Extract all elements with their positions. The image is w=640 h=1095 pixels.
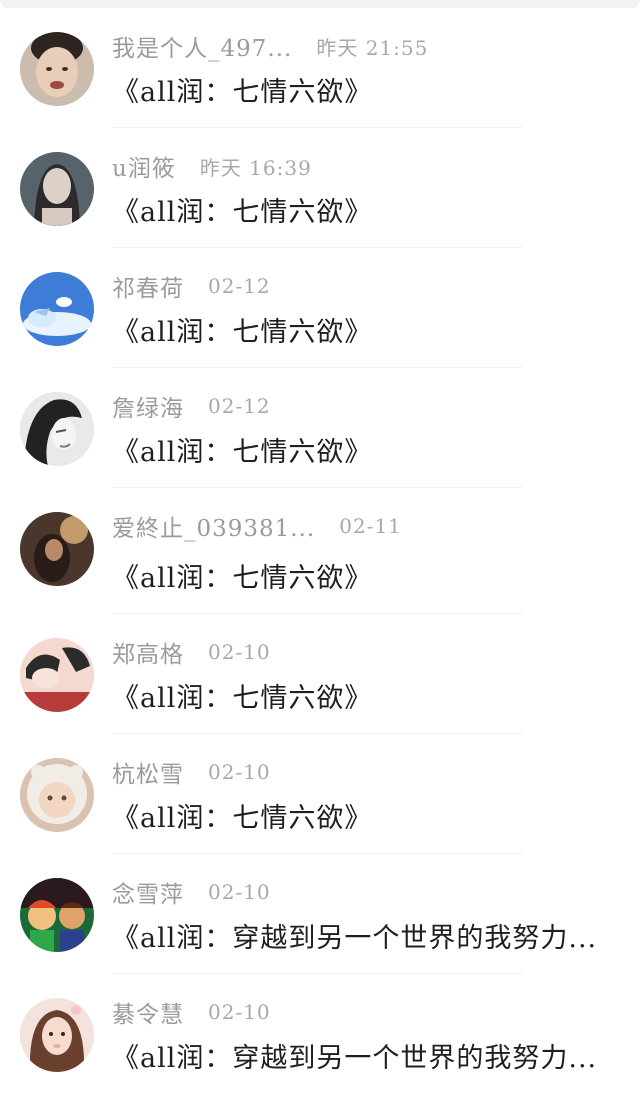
avatar[interactable] (20, 272, 94, 346)
girl-photo-avatar-icon (20, 998, 94, 1072)
avatar[interactable] (20, 512, 94, 586)
comment-title[interactable]: 《all润：七情六欲》 (112, 430, 372, 469)
list-item[interactable]: 杭松雪 02-10 《all润：七情六欲》 (0, 734, 640, 854)
comment-time: 02-12 (208, 394, 271, 418)
comment-title[interactable]: 《all润：穿越到另一个世界的我努力... (112, 916, 597, 955)
girl-portrait-avatar-icon (20, 152, 94, 226)
baby-photo-avatar-icon (20, 758, 94, 832)
avatar[interactable] (20, 392, 94, 466)
comment-title[interactable]: 《all润：穿越到另一个世界的我努力... (112, 1036, 597, 1075)
commenter-name[interactable]: 郑高格 (112, 635, 184, 669)
commenter-name[interactable]: 我是个人_497... (112, 29, 292, 63)
boy-photo-avatar-icon (20, 32, 94, 106)
commenter-name[interactable]: 祁春荷 (112, 269, 184, 303)
comment-time: 02-10 (208, 760, 271, 784)
comment-title[interactable]: 《all润：七情六欲》 (112, 796, 372, 835)
list-item[interactable]: 郑高格 02-10 《all润：七情六欲》 (0, 614, 640, 734)
top-card-edge (0, 0, 640, 8)
commenter-name[interactable]: 綦令慧 (112, 995, 184, 1029)
avatar[interactable] (20, 152, 94, 226)
comment-time: 昨天 21:55 (316, 35, 429, 60)
sky-cloud-avatar-icon (20, 272, 94, 346)
comment-title[interactable]: 《all润：七情六欲》 (112, 190, 372, 229)
commenter-name[interactable]: 詹绿海 (112, 389, 184, 423)
list-item[interactable]: 綦令慧 02-10 《all润：穿越到另一个世界的我努力... (0, 974, 640, 1094)
comment-time: 02-10 (208, 1000, 271, 1024)
avatar[interactable] (20, 878, 94, 952)
comment-time: 02-10 (208, 640, 271, 664)
commenter-name[interactable]: 念雪萍 (112, 875, 184, 909)
list-item[interactable]: 爱終止_039381... 02-11 《all润：七情六欲》 (0, 488, 640, 614)
avatar[interactable] (20, 638, 94, 712)
comment-title[interactable]: 《all润：七情六欲》 (112, 556, 372, 595)
dark-photo-avatar-icon (20, 512, 94, 586)
illustration-couple-avatar-icon (20, 638, 94, 712)
commenter-name[interactable]: u润筱 (112, 149, 176, 183)
list-item[interactable]: 我是个人_497... 昨天 21:55 《all润：七情六欲》 (0, 8, 640, 128)
list-item[interactable]: 念雪萍 02-10 《all润：穿越到另一个世界的我努力... (0, 854, 640, 974)
avatar[interactable] (20, 998, 94, 1072)
comment-title[interactable]: 《all润：七情六欲》 (112, 676, 372, 715)
comment-list: 我是个人_497... 昨天 21:55 《all润：七情六欲》 u润筱 昨天 … (0, 8, 640, 1094)
commenter-name[interactable]: 杭松雪 (112, 755, 184, 789)
comment-time: 02-11 (339, 514, 402, 538)
comment-title[interactable]: 《all润：七情六欲》 (112, 70, 372, 109)
comment-time: 02-10 (208, 880, 271, 904)
sketch-portrait-avatar-icon (20, 392, 94, 466)
comment-title[interactable]: 《all润：七情六欲》 (112, 310, 372, 349)
list-item[interactable]: u润筱 昨天 16:39 《all润：七情六欲》 (0, 128, 640, 248)
list-item[interactable]: 詹绿海 02-12 《all润：七情六欲》 (0, 368, 640, 488)
commenter-name[interactable]: 爱終止_039381... (112, 509, 315, 543)
comment-time: 昨天 16:39 (199, 155, 312, 180)
list-item[interactable]: 祁春荷 02-12 《all润：七情六欲》 (0, 248, 640, 368)
avatar[interactable] (20, 758, 94, 832)
avatar[interactable] (20, 32, 94, 106)
cartoon-characters-avatar-icon (20, 878, 94, 952)
comment-time: 02-12 (208, 274, 271, 298)
